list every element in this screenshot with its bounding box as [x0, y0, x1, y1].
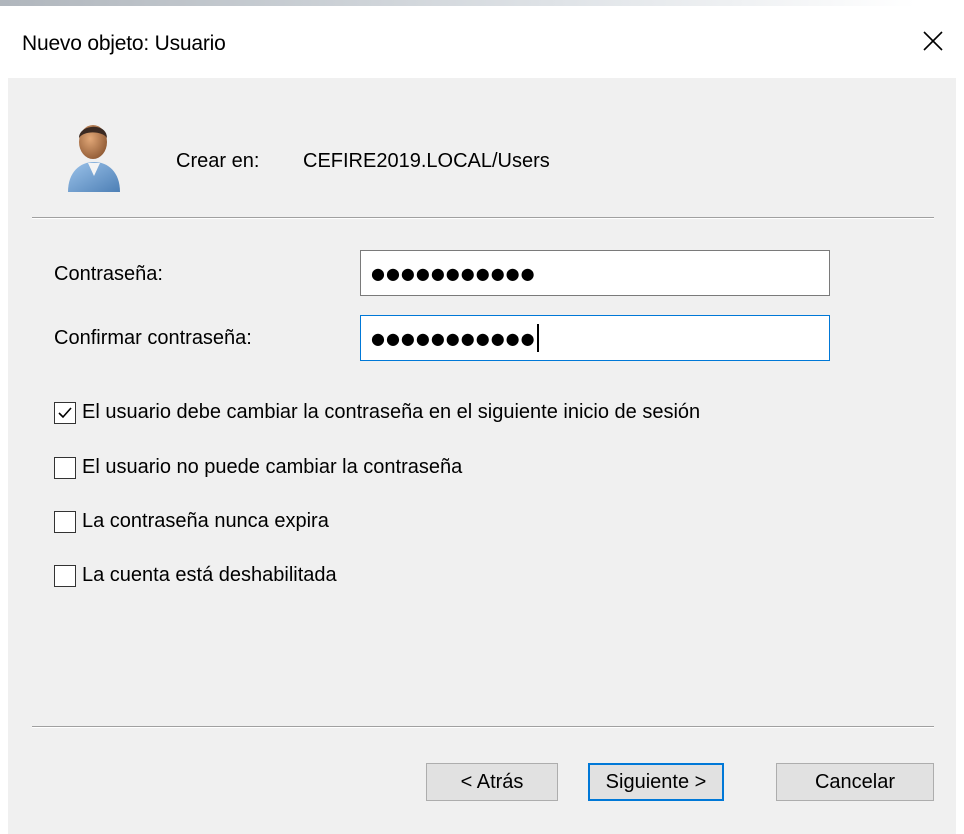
dialog-client-area: Crear en: CEFIRE2019.LOCAL/Users Contras… — [8, 78, 956, 834]
confirm-password-field[interactable]: ●●●●●●●●●●● — [360, 315, 830, 361]
option-label: La contraseña nunca expira — [82, 510, 329, 532]
footer-separator — [32, 726, 934, 728]
option-label: La cuenta está deshabilitada — [82, 564, 337, 586]
confirm-password-mask: ●●●●●●●●●●● — [371, 328, 536, 348]
option-cannot-change-password[interactable]: El usuario no puede cambiar la contraseñ… — [54, 456, 462, 479]
password-mask: ●●●●●●●●●●● — [371, 263, 536, 283]
window-title: Nuevo objeto: Usuario — [22, 32, 226, 55]
checkbox-account-disabled[interactable] — [54, 564, 76, 587]
password-label: Contraseña: — [54, 263, 163, 285]
back-button[interactable]: < Atrás — [426, 763, 558, 801]
option-label: El usuario no puede cambiar la contraseñ… — [82, 456, 463, 478]
close-icon — [923, 31, 943, 51]
checkbox-password-never-expires[interactable] — [54, 510, 76, 533]
text-caret — [536, 324, 539, 352]
close-button[interactable] — [916, 24, 950, 58]
option-must-change-password[interactable]: El usuario debe cambiar la contraseña en… — [54, 401, 700, 424]
confirm-password-label: Confirmar contraseña: — [54, 327, 252, 349]
option-label: El usuario debe cambiar la contraseña en… — [82, 401, 701, 423]
option-password-never-expires[interactable]: La contraseña nunca expira — [54, 510, 329, 533]
next-button[interactable]: Siguiente > — [588, 763, 724, 801]
password-field[interactable]: ●●●●●●●●●●● — [360, 250, 830, 296]
option-account-disabled[interactable]: La cuenta está deshabilitada — [54, 564, 337, 587]
checkmark-icon — [58, 406, 72, 418]
checkbox-cannot-change-password[interactable] — [54, 456, 76, 479]
cancel-button[interactable]: Cancelar — [776, 763, 934, 801]
title-bar: Nuevo objeto: Usuario — [0, 6, 964, 68]
header-separator — [32, 217, 934, 219]
user-icon — [68, 125, 120, 192]
create-in-path: CEFIRE2019.LOCAL/Users — [303, 150, 550, 172]
create-in-label: Crear en: — [176, 150, 260, 172]
checkbox-must-change-password[interactable] — [54, 401, 76, 424]
